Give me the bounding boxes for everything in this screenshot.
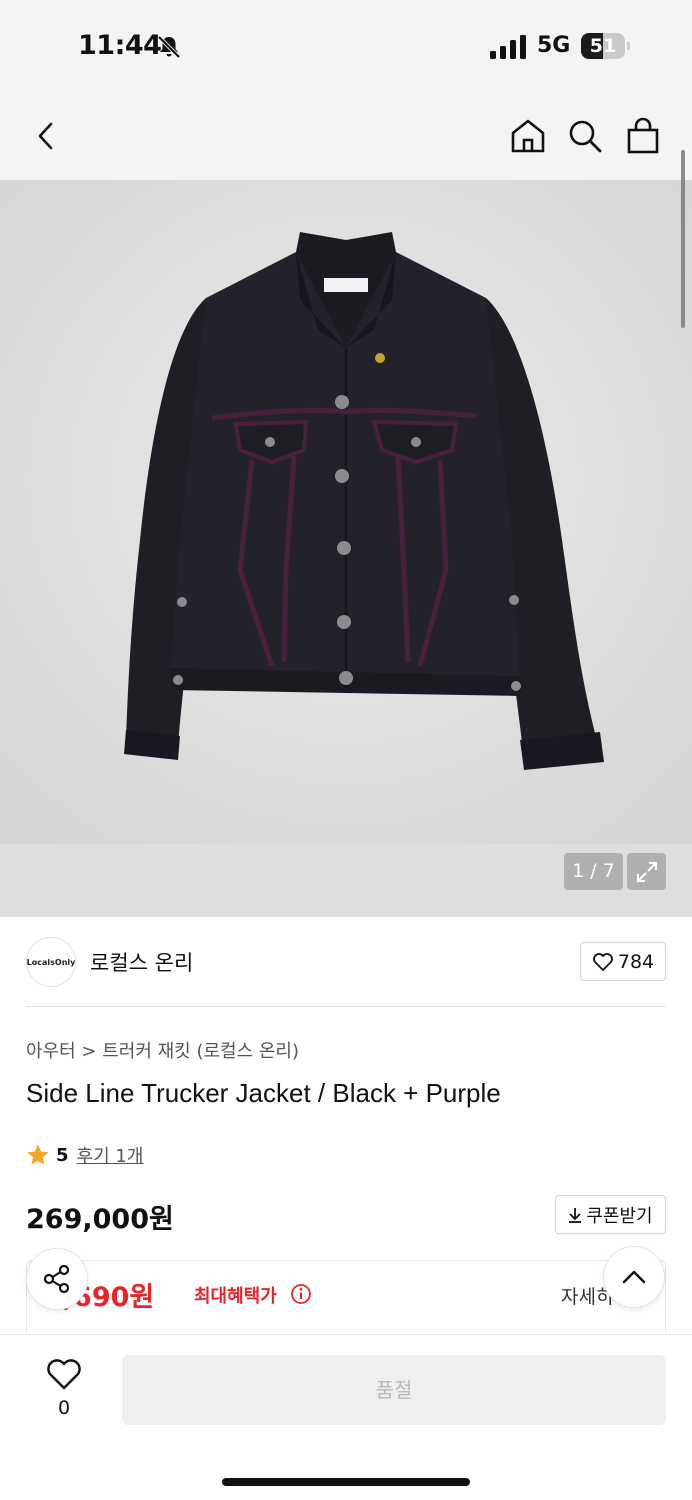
brand-name[interactable]: 로컬스 온리 (90, 947, 193, 977)
review-link[interactable]: 후기 1개 (77, 1142, 144, 1168)
wishlist-count: 0 (57, 1397, 71, 1419)
chevron-up-icon (622, 1270, 646, 1284)
download-icon (569, 1207, 582, 1223)
status-time: 11:44 (78, 30, 162, 61)
expand-icon (636, 861, 657, 882)
rating-value: 5 (56, 1144, 69, 1166)
product-image[interactable] (0, 180, 692, 844)
scrollbar[interactable] (681, 150, 685, 328)
battery-icon: 51 (581, 33, 631, 59)
wishlist-heart-icon[interactable] (45, 1356, 83, 1392)
back-icon (38, 122, 53, 150)
cart-button[interactable] (621, 114, 665, 158)
search-button[interactable] (563, 114, 607, 158)
signal-icon (490, 35, 526, 59)
status-bar: 11:44 5G 51 (0, 0, 692, 92)
network-label: 5G (537, 33, 571, 58)
brand-row: LocalsOnly 로컬스 온리 784 (0, 917, 692, 1007)
breadcrumb[interactable]: 아우터 > 트러커 재킷 (로컬스 온리) (26, 1037, 299, 1063)
brand-logo-text: LocalsOnly (26, 957, 76, 967)
search-icon (569, 120, 602, 153)
rating-row: 5 후기 1개 (26, 1141, 143, 1169)
nav-bar (0, 92, 692, 180)
scroll-top-button[interactable] (603, 1246, 665, 1308)
image-counter: 1 / 7 (564, 853, 623, 890)
home-icon (511, 119, 545, 153)
expand-button[interactable] (627, 853, 666, 890)
coupon-button[interactable]: 쿠폰받기 (555, 1195, 666, 1234)
home-indicator[interactable] (222, 1478, 470, 1486)
bell-slash-icon (157, 35, 181, 59)
like-count: 784 (617, 950, 655, 973)
price: 269,000원 (26, 1204, 174, 1235)
shopping-bag-icon (627, 117, 659, 154)
heart-icon (592, 952, 613, 971)
back-button[interactable] (24, 114, 68, 158)
home-button[interactable] (506, 114, 550, 158)
star-icon (27, 1144, 49, 1165)
product-title: Side Line Trucker Jacket / Black + Purpl… (26, 1078, 501, 1108)
info-icon[interactable] (290, 1283, 312, 1305)
battery-percent: 51 (589, 35, 617, 57)
share-button[interactable] (26, 1248, 88, 1310)
sold-out-button[interactable]: 품절 (122, 1355, 666, 1425)
coupon-label: 쿠폰받기 (586, 1205, 653, 1227)
brand-like-button[interactable]: 784 (580, 942, 666, 981)
product-gallery[interactable]: 1 / 7 (0, 180, 692, 917)
divider (26, 1006, 666, 1007)
brand-logo[interactable]: LocalsOnly (26, 937, 76, 987)
share-icon (43, 1264, 70, 1294)
max-benefit-label: 최대혜택가 (194, 1286, 277, 1307)
